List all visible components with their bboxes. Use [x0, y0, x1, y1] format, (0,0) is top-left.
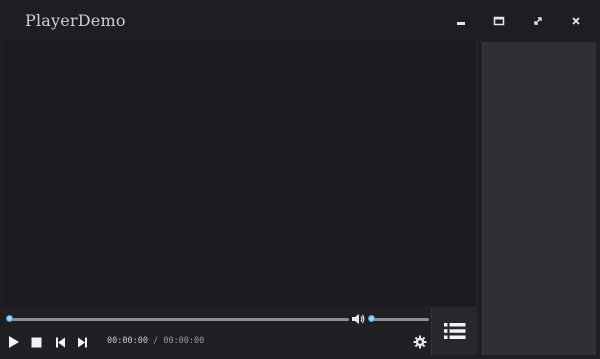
current-time: 00:00:00 [107, 336, 148, 346]
playlist-panel[interactable] [482, 42, 596, 355]
control-bar: 00:00:00 / 00:00:00 [3, 307, 430, 355]
time-display: 00:00:00 / 00:00:00 [107, 336, 204, 346]
gear-icon[interactable] [413, 335, 427, 349]
previous-button[interactable] [52, 335, 68, 349]
window-title: PlayerDemo [25, 11, 126, 30]
minimize-button[interactable] [449, 10, 473, 32]
skip-previous-icon [55, 337, 65, 347]
minimize-icon [457, 22, 465, 25]
maximize-button[interactable] [487, 10, 511, 32]
video-area[interactable] [3, 42, 477, 307]
player-window: PlayerDemo 00:00:00 / 00:00:00 [0, 0, 600, 359]
playlist-button[interactable] [431, 307, 477, 355]
title-bar[interactable]: PlayerDemo [0, 0, 600, 41]
next-button[interactable] [74, 335, 90, 349]
close-button[interactable] [564, 10, 588, 32]
time-separator: / [153, 336, 159, 346]
stop-icon [31, 337, 41, 347]
skip-next-icon [77, 337, 87, 347]
volume-handle[interactable] [368, 315, 375, 322]
progress-handle[interactable] [6, 315, 13, 322]
volume-slider[interactable] [368, 315, 429, 322]
maximize-icon [493, 16, 505, 26]
playlist-icon [443, 323, 465, 339]
stop-button[interactable] [28, 335, 44, 349]
play-button[interactable] [6, 335, 22, 349]
play-icon [9, 336, 19, 348]
volume-icon[interactable] [351, 312, 365, 326]
total-time: 00:00:00 [163, 336, 205, 346]
fullscreen-icon [534, 17, 542, 25]
fullscreen-button[interactable] [526, 10, 550, 32]
progress-bar[interactable] [6, 315, 349, 322]
close-icon [572, 17, 580, 25]
